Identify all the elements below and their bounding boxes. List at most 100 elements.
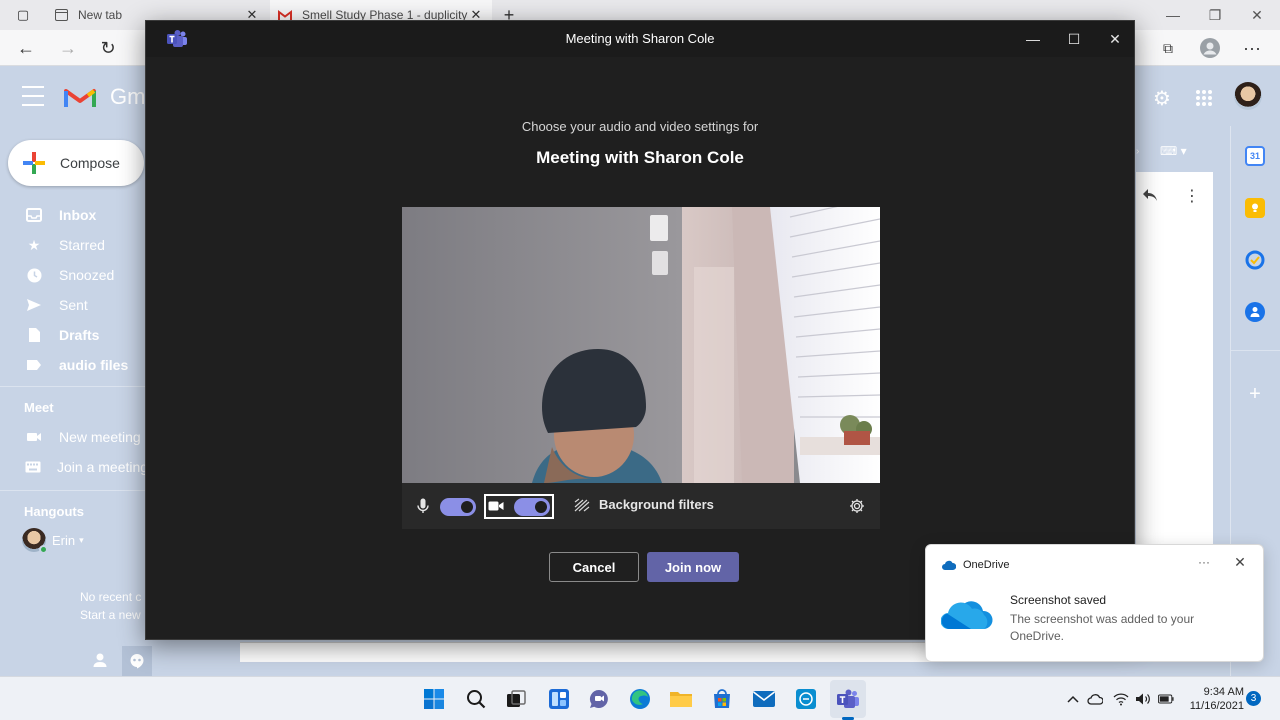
profile-icon[interactable] <box>1198 36 1222 60</box>
meet-join-meeting[interactable]: Join a meeting <box>0 452 148 482</box>
onedrive-small-icon <box>942 558 957 572</box>
compose-plus-icon <box>22 151 46 175</box>
main-menu-icon[interactable] <box>22 86 44 106</box>
system-clock[interactable]: 9:34 AM 11/16/2021 <box>1182 685 1244 713</box>
meet-new-meeting[interactable]: New meeting <box>0 422 146 452</box>
camera-toggle[interactable] <box>514 498 550 516</box>
device-settings-gear-icon[interactable] <box>848 497 866 515</box>
volume-icon[interactable] <box>1135 691 1151 707</box>
camera-preview <box>402 207 880 483</box>
keyboard-input-icon[interactable]: ⌨ ▾ <box>1160 144 1187 158</box>
maximize-icon[interactable]: ☐ <box>1063 29 1085 49</box>
nav-audio-files[interactable]: audio files <box>0 350 146 380</box>
onedrive-tray-icon[interactable] <box>1087 691 1103 707</box>
meet-heading: Meet <box>24 400 54 415</box>
widgets-icon[interactable] <box>546 686 572 712</box>
inbox-icon <box>25 206 43 224</box>
microphone-icon <box>414 497 432 515</box>
reply-icon[interactable] <box>1142 188 1158 207</box>
microsoft-teams-icon[interactable] <box>835 686 861 712</box>
nav-sent[interactable]: Sent <box>0 290 146 320</box>
notification-count-badge[interactable]: 3 <box>1246 691 1261 706</box>
file-explorer-icon[interactable] <box>668 686 694 712</box>
windows-taskbar: 9:34 AM 11/16/2021 3 <box>0 676 1280 720</box>
toggle-knob <box>461 501 473 513</box>
chevron-up-icon[interactable] <box>1065 691 1081 707</box>
clock-date: 11/16/2021 <box>1189 700 1244 712</box>
close-window-icon[interactable]: ✕ <box>1242 5 1272 25</box>
restore-icon[interactable]: ❐ <box>1200 5 1230 25</box>
nav-starred[interactable]: ★ Starred <box>0 230 146 260</box>
account-avatar[interactable] <box>1234 82 1262 110</box>
prejoin-subtitle: Choose your audio and video settings for <box>521 119 759 134</box>
page-footer <box>240 642 930 662</box>
teams-logo-icon <box>166 30 188 48</box>
hangouts-user[interactable]: Erin ▾ <box>22 528 84 554</box>
more-menu-icon[interactable]: ··· <box>1240 36 1264 60</box>
toggle-knob <box>535 501 547 513</box>
background-filters-icon <box>574 498 590 512</box>
hangouts-footer <box>0 646 240 676</box>
edge-browser-icon[interactable] <box>627 686 653 712</box>
settings-gear-icon[interactable]: ⚙ <box>1150 86 1174 110</box>
compose-button[interactable]: Compose <box>8 140 144 186</box>
divider <box>0 490 146 491</box>
notification-app: OneDrive <box>942 558 1009 572</box>
onedrive-notification[interactable]: OneDrive ··· ✕ Screenshot saved The scre… <box>925 544 1264 662</box>
video-icon <box>25 428 43 446</box>
camera-feed-image <box>402 207 880 483</box>
apps-grid-icon[interactable] <box>1192 86 1216 110</box>
dell-app-icon[interactable] <box>793 686 819 712</box>
hangouts-tab[interactable] <box>122 646 152 676</box>
tasks-icon[interactable] <box>1245 250 1265 270</box>
mail-icon[interactable] <box>751 686 777 712</box>
no-recent-chats: No recent c Start a new <box>80 590 142 622</box>
nav-drafts[interactable]: Drafts <box>0 320 146 350</box>
compose-label: Compose <box>60 155 120 171</box>
teams-title-bar: Meeting with Sharon Cole — ☐ ✕ <box>146 21 1134 57</box>
start-windows-icon[interactable] <box>421 686 447 712</box>
contacts-icon[interactable] <box>1245 302 1265 322</box>
battery-icon[interactable] <box>1158 691 1174 707</box>
refresh-icon[interactable]: ↻ <box>96 36 120 60</box>
teams-chat-icon[interactable] <box>586 686 612 712</box>
close-icon[interactable]: ✕ <box>1230 554 1250 571</box>
contacts-person-icon[interactable] <box>92 652 108 671</box>
avatar <box>22 528 48 554</box>
star-icon: ★ <box>27 236 41 253</box>
tab-actions-icon[interactable]: ▢ <box>14 6 32 24</box>
nav-inbox[interactable]: Inbox <box>0 200 146 230</box>
chevron-right-icon[interactable]: › <box>1136 146 1139 157</box>
background-filters-button[interactable]: Background filters <box>574 497 714 512</box>
notification-title: Screenshot saved <box>1010 593 1107 607</box>
cancel-button[interactable]: Cancel <box>549 552 639 582</box>
page-icon <box>54 8 68 22</box>
calendar-icon[interactable]: 31 <box>1245 146 1265 166</box>
draft-icon <box>25 326 43 344</box>
wifi-icon[interactable] <box>1113 691 1129 707</box>
device-controls-bar: Background filters <box>402 483 880 529</box>
window-title: Meeting with Sharon Cole <box>565 31 715 46</box>
join-now-button[interactable]: Join now <box>647 552 739 582</box>
add-addon-icon[interactable]: + <box>1245 383 1265 405</box>
gmail-logo-text: Gm <box>110 84 146 109</box>
forward-icon[interactable]: → <box>56 36 80 60</box>
camera-icon <box>487 497 505 515</box>
more-options-icon[interactable]: ··· <box>1194 555 1214 569</box>
collections-icon[interactable]: ⧉ <box>1156 36 1180 60</box>
more-vert-icon[interactable]: ⋮ <box>1184 186 1200 206</box>
keep-icon[interactable] <box>1245 198 1265 218</box>
minimize-icon[interactable]: — <box>1158 5 1188 25</box>
nav-snoozed[interactable]: Snoozed <box>0 260 146 290</box>
microsoft-store-icon[interactable] <box>709 686 735 712</box>
clock-icon <box>25 266 43 284</box>
search-icon[interactable] <box>463 686 489 712</box>
microphone-toggle[interactable] <box>440 498 476 516</box>
back-icon[interactable]: ← <box>14 36 38 60</box>
close-icon[interactable]: ✕ <box>1104 29 1126 49</box>
gmail-logo[interactable]: Gm <box>64 84 145 110</box>
clock-time: 9:34 AM <box>1203 686 1244 698</box>
hangouts-heading: Hangouts <box>24 504 84 519</box>
minimize-icon[interactable]: — <box>1022 29 1044 49</box>
task-view-icon[interactable] <box>503 686 529 712</box>
